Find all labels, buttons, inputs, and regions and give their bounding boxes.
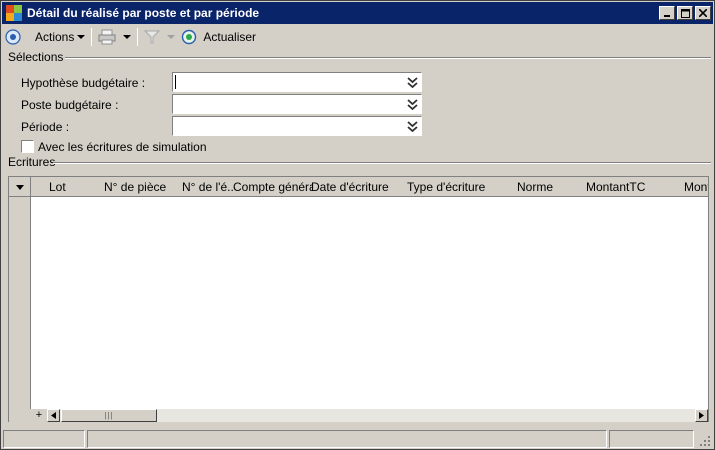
entries-grid[interactable]: Lot N° de pièce N° de l'é... Compte géné… (8, 176, 709, 422)
resize-grip-icon[interactable] (699, 435, 711, 447)
maximize-icon (680, 8, 690, 18)
row-header-column (9, 197, 31, 409)
maximize-button[interactable] (677, 6, 693, 20)
toolbar-separator (137, 28, 139, 46)
double-chevron-down-icon (406, 120, 418, 132)
entries-group-title: Ecritures (8, 155, 56, 169)
column-header-piece-number[interactable]: N° de pièce (104, 177, 179, 197)
double-chevron-down-icon (406, 76, 418, 88)
budget-hypothesis-label: Hypothèse budgétaire : (21, 76, 146, 90)
status-panel (609, 430, 694, 448)
entries-divider (53, 162, 711, 164)
arrow-right-icon (699, 412, 704, 419)
status-bar (2, 429, 713, 449)
period-label: Période : (21, 120, 70, 134)
horizontal-scrollbar[interactable]: ||| (47, 409, 708, 422)
toolbar: Actions Actualiser (2, 25, 713, 49)
period-combo[interactable] (172, 116, 422, 136)
arrow-left-icon (51, 412, 56, 419)
printer-icon (98, 29, 116, 45)
chevron-down-icon (77, 35, 86, 39)
minimize-icon (664, 15, 670, 17)
column-header-entry-number[interactable]: N° de l'é... (182, 177, 234, 197)
column-header-lot[interactable]: Lot (49, 177, 99, 197)
column-header-general-account[interactable]: Compte général (233, 177, 313, 197)
column-header-amount[interactable]: Mont (684, 177, 708, 197)
scroll-right-button[interactable] (695, 409, 708, 422)
period-input[interactable] (173, 117, 393, 135)
app-icon (6, 5, 22, 21)
refresh-button[interactable]: Actualiser (178, 26, 259, 48)
status-panel (3, 430, 85, 448)
actions-menu-button[interactable]: Actions (2, 26, 88, 48)
add-row-button[interactable]: + (33, 409, 45, 422)
actions-icon (5, 29, 21, 45)
chevron-down-icon (123, 35, 132, 39)
filter-icon (144, 30, 161, 44)
column-chooser-button[interactable] (9, 177, 31, 197)
print-button[interactable] (95, 26, 134, 48)
grid-header: Lot N° de pièce N° de l'é... Compte géné… (9, 177, 708, 197)
toolbar-separator (91, 28, 93, 46)
simulation-checkbox-label[interactable]: Avec les écritures de simulation (38, 140, 207, 154)
column-header-standard[interactable]: Norme (517, 177, 577, 197)
actions-label: Actions (35, 30, 75, 44)
selections-divider (65, 57, 711, 59)
grid-footer: + ||| (9, 409, 708, 422)
budget-hypothesis-combo[interactable] (172, 72, 422, 92)
column-header-entry-date[interactable]: Date d'écriture (311, 177, 401, 197)
scroll-left-button[interactable] (47, 409, 60, 422)
dropdown-button[interactable] (405, 75, 419, 89)
status-panel (87, 430, 607, 448)
chevron-down-icon (167, 35, 176, 39)
budget-item-input[interactable] (173, 95, 393, 113)
budget-item-combo[interactable] (172, 94, 422, 114)
scroll-thumb[interactable]: ||| (61, 409, 157, 422)
double-chevron-down-icon (406, 98, 418, 110)
dropdown-button[interactable] (405, 97, 419, 111)
refresh-label: Actualiser (203, 30, 257, 44)
close-button[interactable] (695, 6, 711, 20)
column-header-amount-tc[interactable]: MontantTC (586, 177, 666, 197)
budget-hypothesis-input[interactable] (175, 75, 395, 89)
title-bar[interactable]: Détail du réalisé par poste et par pério… (2, 2, 713, 24)
window-title: Détail du réalisé par poste et par pério… (27, 6, 260, 20)
refresh-icon (182, 29, 197, 45)
filter-button[interactable] (141, 26, 178, 48)
triangle-down-icon (15, 184, 24, 190)
column-header-entry-type[interactable]: Type d'écriture (407, 177, 497, 197)
budget-item-label: Poste budgétaire : (21, 98, 119, 112)
simulation-checkbox[interactable] (21, 140, 34, 153)
main-window: Détail du réalisé par poste et par pério… (0, 0, 715, 450)
dropdown-button[interactable] (405, 119, 419, 133)
close-icon (699, 9, 707, 17)
minimize-button[interactable] (659, 6, 675, 20)
selections-group-title: Sélections (8, 50, 64, 64)
